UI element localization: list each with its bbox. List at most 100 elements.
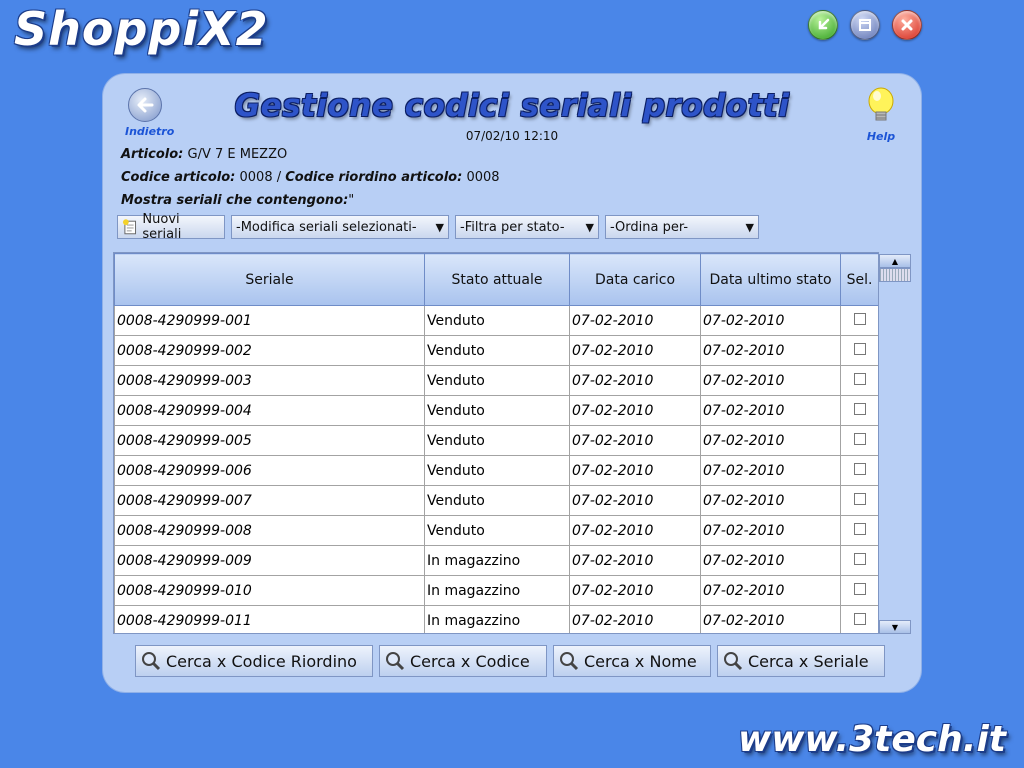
scroll-thumb[interactable] xyxy=(879,268,911,282)
column-header-load-date[interactable]: Data carico xyxy=(569,253,701,306)
table-row[interactable]: 0008-4290999-010 In magazzino 07-02-2010 07… xyxy=(114,575,878,606)
cell-load-date: 07-02-2010 xyxy=(569,365,701,396)
row-select-checkbox[interactable] xyxy=(853,552,866,565)
table-row[interactable]: 0008-4290999-004 Venduto 07-02-2010 07-02-2… xyxy=(114,395,878,426)
cell-serial: 0008-4290999-001 xyxy=(114,305,425,336)
cell-status: In magazzino xyxy=(424,605,570,633)
table-row[interactable]: 0008-4290999-009 In magazzino 07-02-2010 07… xyxy=(114,545,878,576)
column-header-last-status-date[interactable]: Data ultimo stato xyxy=(700,253,841,306)
search-by-reorder-code-button[interactable]: Cerca x Codice Riordino xyxy=(135,645,373,677)
column-header-select[interactable]: Sel. xyxy=(840,253,878,306)
cell-load-date: 07-02-2010 xyxy=(569,305,701,336)
table-row[interactable]: 0008-4290999-003 Venduto 07-02-2010 07-02-2… xyxy=(114,365,878,396)
cell-load-date: 07-02-2010 xyxy=(569,395,701,426)
filter-info: Mostra seriali che contengono:" xyxy=(121,193,354,208)
cell-load-date: 07-02-2010 xyxy=(569,455,701,486)
search-bar: Cerca x Codice Riordino Cerca x Codice C… xyxy=(135,645,885,677)
cell-serial: 0008-4290999-011 xyxy=(114,605,425,633)
cell-load-date: 07-02-2010 xyxy=(569,545,701,576)
table-row[interactable]: 0008-4290999-002 Venduto 07-02-2010 07-02-2… xyxy=(114,335,878,366)
cell-select xyxy=(840,545,878,576)
cell-serial: 0008-4290999-003 xyxy=(114,365,425,396)
cell-last-status-date: 07-02-2010 xyxy=(700,395,841,426)
cell-status: Venduto xyxy=(424,365,570,396)
row-select-checkbox[interactable] xyxy=(853,432,866,445)
table-row[interactable]: 0008-4290999-005 Venduto 07-02-2010 07-02-2… xyxy=(114,425,878,456)
cell-last-status-date: 07-02-2010 xyxy=(700,305,841,336)
close-button[interactable] xyxy=(892,10,922,40)
cell-load-date: 07-02-2010 xyxy=(569,425,701,456)
scroll-down-button[interactable]: ▼ xyxy=(879,620,911,634)
restore-button[interactable] xyxy=(850,10,880,40)
sort-by-select[interactable]: -Ordina per- ▼ xyxy=(605,215,759,239)
column-header-serial[interactable]: Seriale xyxy=(114,253,425,306)
sort-by-value: -Ordina per- xyxy=(610,219,689,235)
restore-icon xyxy=(859,19,871,31)
page-title: Gestione codici seriali prodotti xyxy=(234,88,790,124)
cell-serial: 0008-4290999-006 xyxy=(114,455,425,486)
magnifier-icon xyxy=(724,652,743,671)
table-row[interactable]: 0008-4290999-011 In magazzino 07-02-2010 07… xyxy=(114,605,878,633)
timestamp: 07/02/10 12:10 xyxy=(465,129,559,143)
cell-last-status-date: 07-02-2010 xyxy=(700,455,841,486)
cell-select xyxy=(840,605,878,633)
row-select-checkbox[interactable] xyxy=(853,612,866,625)
new-serials-button[interactable]: Nuovi seriali xyxy=(117,212,225,242)
cell-status: Venduto xyxy=(424,395,570,426)
column-header-status[interactable]: Stato attuale xyxy=(424,253,570,306)
search-by-name-label: Cerca x Nome xyxy=(584,651,697,671)
main-panel: Indietro Gestione codici seriali prodott… xyxy=(103,74,921,692)
cell-status: Venduto xyxy=(424,305,570,336)
cell-select xyxy=(840,485,878,516)
cell-last-status-date: 07-02-2010 xyxy=(700,485,841,516)
row-select-checkbox[interactable] xyxy=(853,522,866,535)
cell-status: Venduto xyxy=(424,425,570,456)
scroll-up-button[interactable]: ▲ xyxy=(879,254,911,268)
row-select-checkbox[interactable] xyxy=(853,342,866,355)
filter-status-select[interactable]: -Filtra per stato- ▼ xyxy=(455,215,599,239)
cell-serial: 0008-4290999-010 xyxy=(114,575,425,606)
table-row[interactable]: 0008-4290999-001 Venduto 07-02-2010 07-02-2… xyxy=(114,305,878,336)
reorder-label: Codice riordino articolo: xyxy=(285,170,463,185)
filter-label: Mostra seriali che contengono: xyxy=(121,193,349,208)
cell-serial: 0008-4290999-002 xyxy=(114,335,425,366)
cell-select xyxy=(840,455,878,486)
minimize-button[interactable] xyxy=(808,10,838,40)
row-select-checkbox[interactable] xyxy=(853,462,866,475)
cell-last-status-date: 07-02-2010 xyxy=(700,425,841,456)
new-serials-label: Nuovi seriali xyxy=(142,212,182,242)
table-row[interactable]: 0008-4290999-008 Venduto 07-02-2010 07-02-2… xyxy=(114,515,878,546)
search-by-code-button[interactable]: Cerca x Codice xyxy=(379,645,547,677)
table-row[interactable]: 0008-4290999-006 Venduto 07-02-2010 07-02-2… xyxy=(114,455,878,486)
row-select-checkbox[interactable] xyxy=(853,372,866,385)
cell-serial: 0008-4290999-004 xyxy=(114,395,425,426)
chevron-down-icon: ▼ xyxy=(585,220,594,234)
table-scrollbar[interactable]: ▲ ▼ xyxy=(879,254,911,634)
filter-value: " xyxy=(348,193,355,208)
footer-brand: www.3tech.it xyxy=(737,719,1006,760)
search-by-name-button[interactable]: Cerca x Nome xyxy=(553,645,711,677)
magnifier-icon xyxy=(142,652,161,671)
magnifier-icon xyxy=(386,652,405,671)
cell-load-date: 07-02-2010 xyxy=(569,335,701,366)
magnifier-icon xyxy=(560,652,579,671)
chevron-down-icon: ▼ xyxy=(745,220,754,234)
cell-load-date: 07-02-2010 xyxy=(569,515,701,546)
row-select-checkbox[interactable] xyxy=(853,402,866,415)
cell-status: In magazzino xyxy=(424,545,570,576)
help-button[interactable]: Help xyxy=(863,86,899,143)
cell-select xyxy=(840,395,878,426)
modify-selected-select[interactable]: -Modifica seriali selezionati- ▼ xyxy=(231,215,449,239)
row-select-checkbox[interactable] xyxy=(853,492,866,505)
search-by-serial-button[interactable]: Cerca x Seriale xyxy=(717,645,885,677)
cell-status: Venduto xyxy=(424,485,570,516)
close-icon xyxy=(901,19,913,31)
cell-last-status-date: 07-02-2010 xyxy=(700,365,841,396)
lightbulb-icon xyxy=(868,87,894,121)
search-by-reorder-code-label: Cerca x Codice Riordino xyxy=(166,651,357,671)
article-label: Articolo: xyxy=(121,147,184,162)
row-select-checkbox[interactable] xyxy=(853,312,866,325)
table-row[interactable]: 0008-4290999-007 Venduto 07-02-2010 07-02-2… xyxy=(114,485,878,516)
row-select-checkbox[interactable] xyxy=(853,582,866,595)
cell-last-status-date: 07-02-2010 xyxy=(700,575,841,606)
